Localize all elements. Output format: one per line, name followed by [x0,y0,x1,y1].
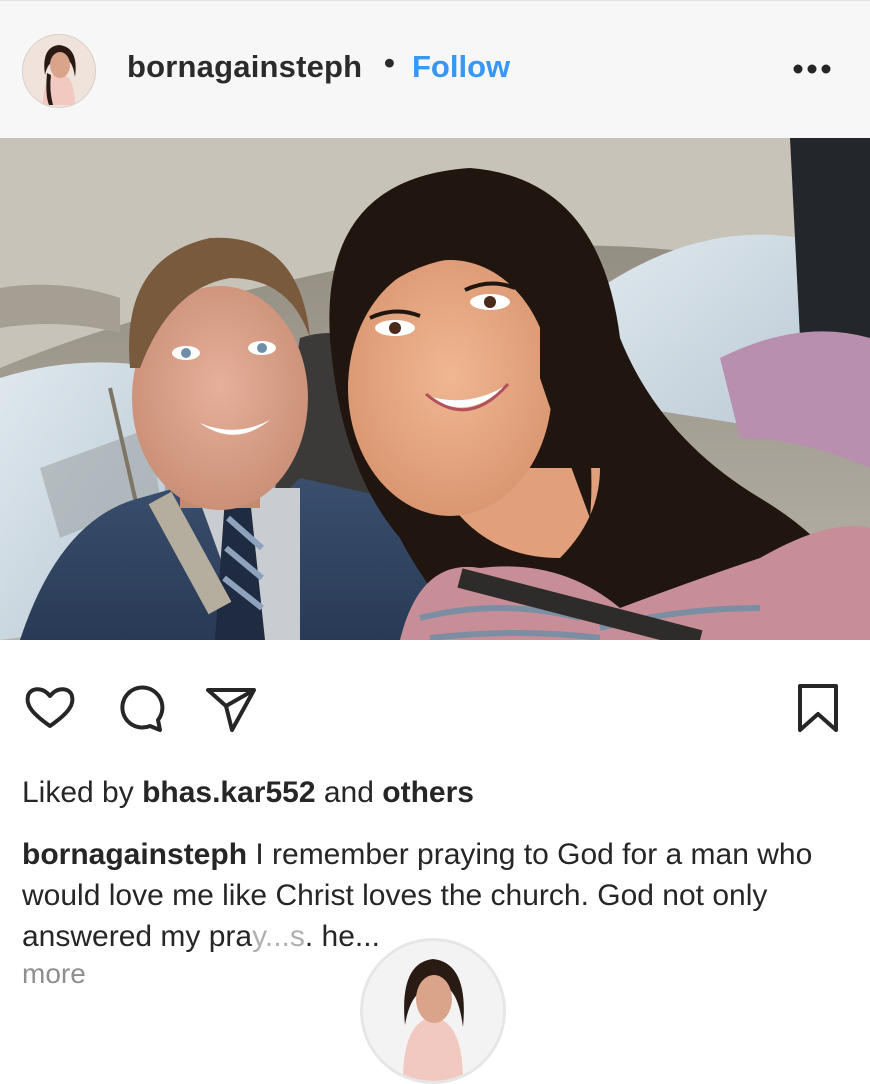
heart-icon[interactable] [22,680,78,736]
action-bar [0,680,870,740]
likes-middle: and [315,776,383,809]
more-horizontal-icon[interactable] [792,61,832,77]
avatar-image [363,941,503,1081]
likes-summary: Liked by bhas.kar552 and others [22,776,474,810]
post-header: bornagainsteph • Follow [0,0,870,139]
paper-plane-icon[interactable] [202,680,258,736]
caption-obscured-text: y...s [252,920,305,953]
photo-image [0,138,870,640]
caption-username[interactable]: bornagainsteph [22,838,247,871]
liked-by-user-link[interactable]: bhas.kar552 [142,776,315,809]
comment-icon[interactable] [112,680,168,736]
post-photo[interactable] [0,138,870,640]
follow-button[interactable]: Follow [412,49,510,85]
avatar-image [23,35,95,107]
profile-avatar[interactable] [22,34,96,108]
likes-prefix: Liked by [22,776,143,809]
post-username[interactable]: bornagainsteph [127,49,362,85]
bookmark-icon[interactable] [790,680,846,736]
caption-text-end: . he... [304,920,380,953]
caption-more-link[interactable]: more [22,958,86,990]
floating-profile-avatar[interactable] [360,938,506,1084]
likes-others-link[interactable]: others [382,776,474,809]
separator-dot: • [384,45,395,80]
